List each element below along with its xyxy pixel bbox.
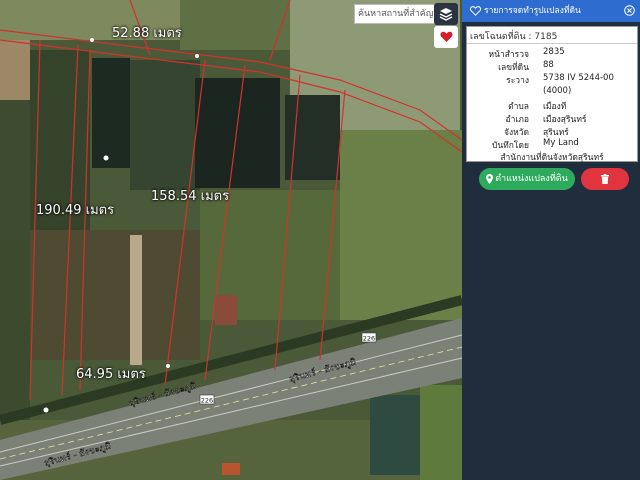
province-value: สุรินทร์ [543,128,569,138]
route-number: 226 [201,397,213,405]
distance-label-bottom: 64.95 เมตร [76,367,146,382]
heart-outline-icon [470,6,481,16]
panel-title: รายการจดทำรูปแปลงที่ดิน [484,6,581,16]
distance-label-left: 190.49 เมตร [36,203,115,218]
parcel-info-panel: รายการจดทำรูปแปลงที่ดิน เลขโฉนดที่ดิน : … [462,0,640,480]
sheet-label: ระวาง [506,76,529,86]
province-label: จังหวัด [503,128,529,138]
trash-icon [601,174,609,184]
close-icon[interactable] [624,5,635,16]
subdistrict-value: เมืองที [543,102,567,112]
layers-icon [439,8,453,21]
district-value: เมืองสุรินทร์ [543,115,587,125]
map-pin-icon [486,173,494,184]
land-number-value: 88 [543,60,554,70]
landmark-search-input[interactable]: ค้นหาสถานที่สำคัญ [354,4,437,24]
panel-header: รายการจดทำรูปแปลงที่ดิน [462,0,640,22]
divider [467,43,637,44]
district-label: อำเภอ [505,115,530,125]
subdistrict-label: ตำบล [508,102,529,112]
heart-icon [439,31,453,42]
survey-page-label: หน้าสำรวจ [488,50,529,60]
sheet-value-scale: (4000) [543,86,572,96]
distance-label-middle: 158.54 เมตร [151,189,230,204]
locate-parcel-label: ตำแหน่งแปลงที่ดิน [495,174,568,184]
parcel-details-card: เลขโฉนดที่ดิน : 7185 หน้าสำรวจ 2835 เลขท… [466,26,638,163]
sheet-value: 5738 IV 5244-00 [543,73,614,83]
delete-button[interactable] [581,168,629,190]
favorite-button[interactable] [434,26,458,48]
layers-button[interactable] [434,3,458,25]
land-office: สำนักงานที่ดินจังหวัดสุรินทร์ [500,153,604,163]
survey-page-value: 2835 [543,47,565,57]
locate-parcel-button[interactable]: ตำแหน่งแปลงที่ดิน [479,168,575,190]
land-number-label: เลขที่ดิน [498,63,529,73]
distance-label-top: 52.88 เมตร [112,26,182,41]
deed-number: เลขโฉนดที่ดิน : 7185 [470,32,558,42]
recorded-by-value: My Land [543,138,579,148]
route-number: 226 [363,335,375,343]
